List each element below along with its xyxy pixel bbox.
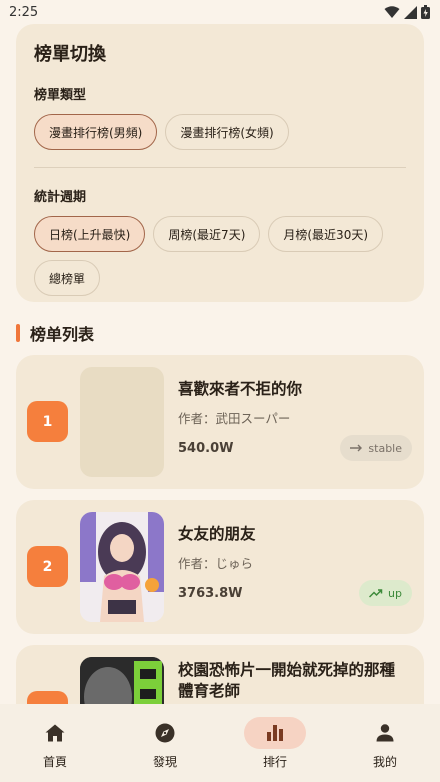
author-row: 作者：じゅら (178, 553, 410, 572)
rank-item[interactable]: 1 喜歡來者不拒的你 作者：武田スーパー 540.0W stable (16, 355, 424, 489)
trend-label: stable (368, 441, 402, 455)
section-accent-bar (16, 324, 20, 342)
rank-item[interactable]: 3 校園恐怖片一開始就死掉的那種體育老師 (16, 645, 424, 704)
chip-comic-female[interactable]: 漫畫排行榜(女頻) (165, 114, 289, 150)
period-chips: 日榜(上升最快) 周榜(最近7天) 月榜(最近30天) 總榜單 (34, 216, 406, 296)
rank-item-info: 校園恐怖片一開始就死掉的那種體育老師 (178, 660, 410, 702)
status-icons (384, 5, 430, 19)
status-bar: 2:25 (0, 0, 440, 24)
trend-badge: up (359, 580, 412, 606)
cover-image (80, 657, 164, 704)
bottom-navigation: 首頁 發現 排行 我的 (0, 704, 440, 782)
nav-home-pill (24, 717, 86, 749)
compass-icon (155, 723, 175, 743)
nav-profile[interactable]: 我的 (330, 704, 440, 782)
chip-weekly[interactable]: 周榜(最近7天) (153, 216, 261, 252)
nav-home[interactable]: 首頁 (0, 704, 110, 782)
cover-illustration (80, 512, 164, 622)
person-icon (376, 724, 394, 742)
ranking-filter-card: 榜單切換 榜單類型 漫畫排行榜(男頻) 漫畫排行榜(女頻) 統計週期 日榜(上升… (16, 24, 424, 302)
author-name: じゅら (215, 556, 254, 571)
trend-badge: stable (340, 435, 412, 461)
rank-item-info: 女友的朋友 作者：じゅら (178, 524, 410, 572)
main-scroll[interactable]: 榜單切換 榜單類型 漫畫排行榜(男頻) 漫畫排行榜(女頻) 統計週期 日榜(上升… (0, 24, 440, 704)
battery-icon (421, 5, 430, 19)
nav-discover-label: 發現 (152, 755, 177, 769)
list-header: 榜单列表 (16, 321, 94, 345)
list-title: 榜单列表 (30, 325, 95, 344)
nav-ranking-label: 排行 (262, 755, 287, 769)
author-row: 作者：武田スーパー (178, 408, 410, 427)
filter-title: 榜單切換 (34, 44, 106, 65)
rank-item-info: 喜歡來者不拒的你 作者：武田スーパー (178, 379, 410, 427)
view-count: 3763.8W (178, 586, 243, 601)
signal-icon (404, 5, 417, 19)
nav-discover-pill (134, 717, 196, 749)
rank-badge: 2 (27, 546, 68, 587)
author-name: 武田スーパー (215, 411, 291, 426)
cover-image (80, 512, 164, 622)
ranking-type-label: 榜單類型 (34, 88, 87, 103)
manga-title: 女友的朋友 (178, 525, 256, 543)
status-time: 2:25 (9, 4, 39, 20)
nav-discover[interactable]: 發現 (110, 704, 220, 782)
arrow-right-icon (350, 444, 363, 452)
manga-title: 校園恐怖片一開始就死掉的那種體育老師 (178, 661, 396, 700)
chip-overall[interactable]: 總榜單 (34, 260, 101, 296)
rank-badge: 3 (27, 691, 68, 704)
filter-divider (34, 167, 406, 168)
manga-title: 喜歡來者不拒的你 (178, 380, 303, 398)
view-count: 540.0W (178, 441, 234, 456)
nav-profile-label: 我的 (372, 755, 397, 769)
author-prefix: 作者： (178, 556, 216, 571)
chip-comic-male[interactable]: 漫畫排行榜(男頻) (34, 114, 158, 150)
trending-up-icon (369, 588, 383, 598)
wifi-icon (384, 5, 400, 18)
nav-ranking[interactable]: 排行 (220, 704, 330, 782)
nav-home-label: 首頁 (42, 755, 67, 769)
trend-label: up (388, 586, 402, 600)
chip-monthly[interactable]: 月榜(最近30天) (268, 216, 384, 252)
rank-item[interactable]: 2 女友的朋友 作者：じゅら 3763.8W up (16, 500, 424, 634)
cover-illustration (80, 657, 164, 704)
period-label: 統計週期 (34, 190, 87, 205)
author-prefix: 作者： (178, 411, 216, 426)
ranking-type-chips: 漫畫排行榜(男頻) 漫畫排行榜(女頻) (34, 114, 406, 150)
nav-profile-pill (354, 717, 416, 749)
bar-chart-icon (267, 725, 283, 741)
nav-ranking-pill (244, 717, 306, 749)
cover-image-placeholder (80, 367, 164, 477)
home-icon (45, 724, 65, 742)
chip-daily[interactable]: 日榜(上升最快) (34, 216, 146, 252)
rank-badge: 1 (27, 401, 68, 442)
